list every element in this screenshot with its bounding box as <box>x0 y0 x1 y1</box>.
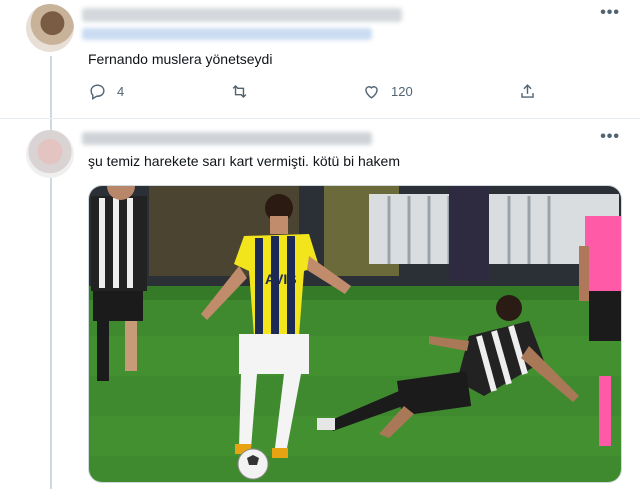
retweet-icon <box>232 84 247 99</box>
redacted-handle <box>82 28 372 40</box>
heart-icon <box>365 86 378 99</box>
more-horizontal-icon[interactable]: ••• <box>600 128 620 146</box>
like-count: 120 <box>391 84 413 99</box>
tweet-divider <box>0 118 640 119</box>
reply-icon <box>90 84 105 100</box>
redacted-username <box>82 132 372 145</box>
tweet-text: Fernando muslera yönetseydi <box>88 51 273 67</box>
share-icon <box>521 84 534 98</box>
redacted-username <box>82 8 402 22</box>
share-button[interactable] <box>518 82 537 101</box>
tweet-actions: 4 120 <box>88 82 548 104</box>
avatar[interactable] <box>26 130 74 178</box>
tweet-media-image[interactable]: AVIS <box>88 185 622 483</box>
reply-button[interactable]: 4 <box>88 82 124 101</box>
reply-count: 4 <box>117 84 125 99</box>
more-horizontal-icon[interactable]: ••• <box>600 4 620 22</box>
retweet-button[interactable] <box>230 82 249 101</box>
thread-line <box>50 56 52 489</box>
tweet-text: şu temiz harekete sarı kart vermişti. kö… <box>88 153 400 169</box>
like-button[interactable]: 120 <box>362 82 413 101</box>
shirt-sponsor: AVIS <box>265 271 297 287</box>
football-tackle-photo: AVIS <box>89 186 621 482</box>
avatar[interactable] <box>26 4 74 52</box>
